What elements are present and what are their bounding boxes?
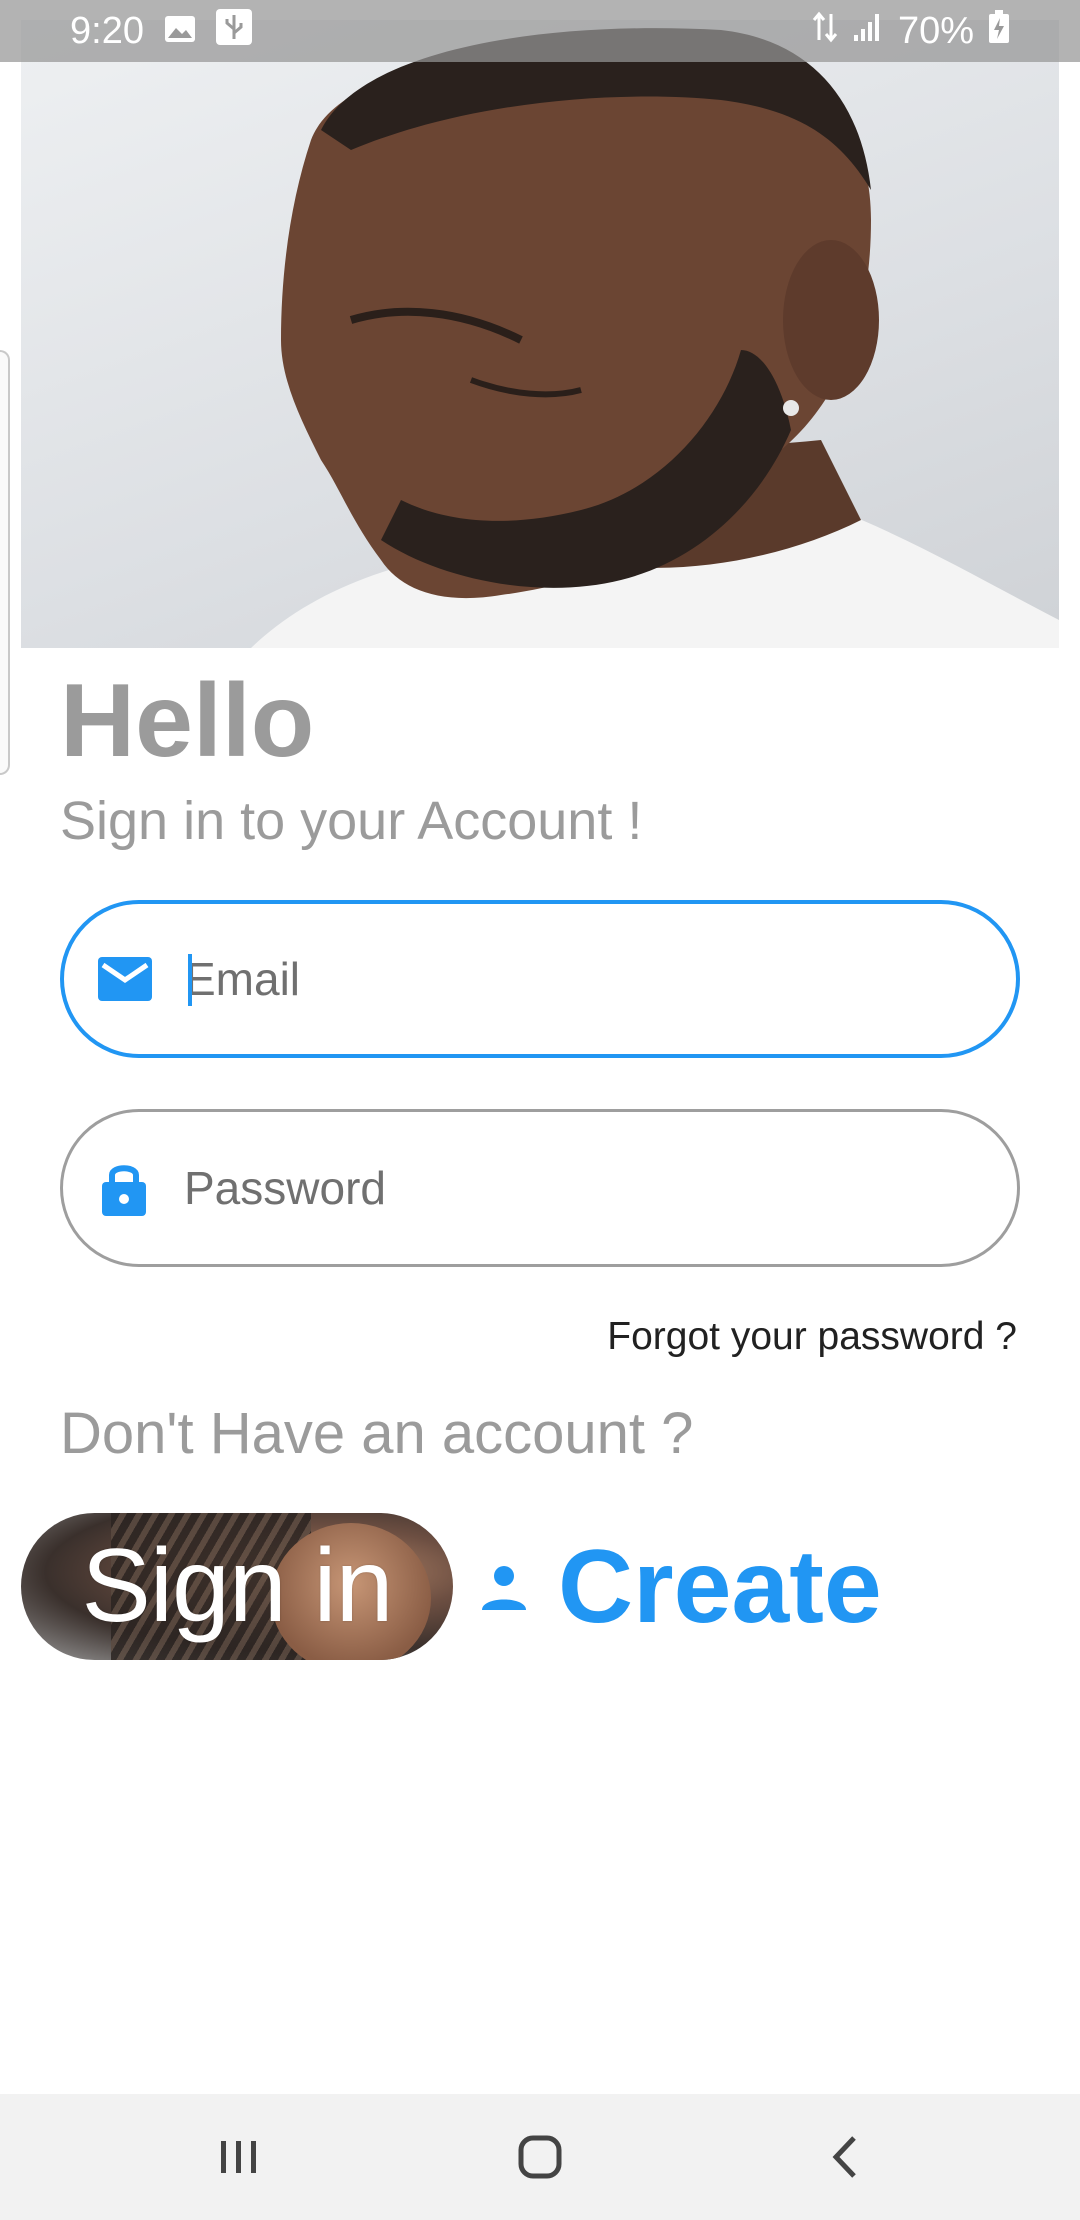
edge-panel-handle[interactable] — [0, 350, 10, 775]
create-account-button[interactable]: Create — [480, 1520, 882, 1655]
navigation-bar — [0, 2094, 1080, 2220]
battery-percent: 70% — [897, 9, 974, 52]
page-title: Hello — [60, 663, 315, 779]
hero-image — [21, 20, 1059, 648]
signal-icon — [852, 10, 884, 52]
lock-icon — [96, 1160, 152, 1216]
email-input[interactable] — [185, 952, 1005, 1006]
page-subtitle: Sign in to your Account ! — [60, 791, 643, 851]
text-cursor — [188, 954, 192, 1006]
gallery-icon — [164, 10, 196, 52]
status-time: 9:20 — [70, 9, 144, 52]
password-field[interactable] — [60, 1109, 1020, 1267]
usb-icon — [215, 8, 252, 54]
email-field[interactable] — [60, 900, 1020, 1058]
battery-charging-icon — [988, 9, 1010, 53]
sign-in-button[interactable]: Sign in — [21, 1513, 453, 1660]
home-icon[interactable] — [505, 2124, 575, 2190]
login-screen: 9:20 70% Hello Sign in to your Account ! — [0, 0, 1080, 2220]
mail-icon — [97, 951, 153, 1007]
data-arrows-icon — [812, 10, 838, 53]
man-portrait-illustration — [251, 28, 1059, 648]
no-account-text: Don't Have an account ? — [60, 1401, 694, 1466]
person-icon — [480, 1564, 528, 1612]
forgot-password-link[interactable]: Forgot your password ? — [607, 1315, 1017, 1359]
back-icon[interactable] — [810, 2124, 880, 2190]
password-input[interactable] — [184, 1161, 1004, 1215]
create-label: Create — [558, 1529, 882, 1645]
sign-in-label: Sign in — [81, 1528, 394, 1644]
status-bar: 9:20 70% — [0, 0, 1080, 62]
recents-icon[interactable] — [204, 2124, 274, 2190]
